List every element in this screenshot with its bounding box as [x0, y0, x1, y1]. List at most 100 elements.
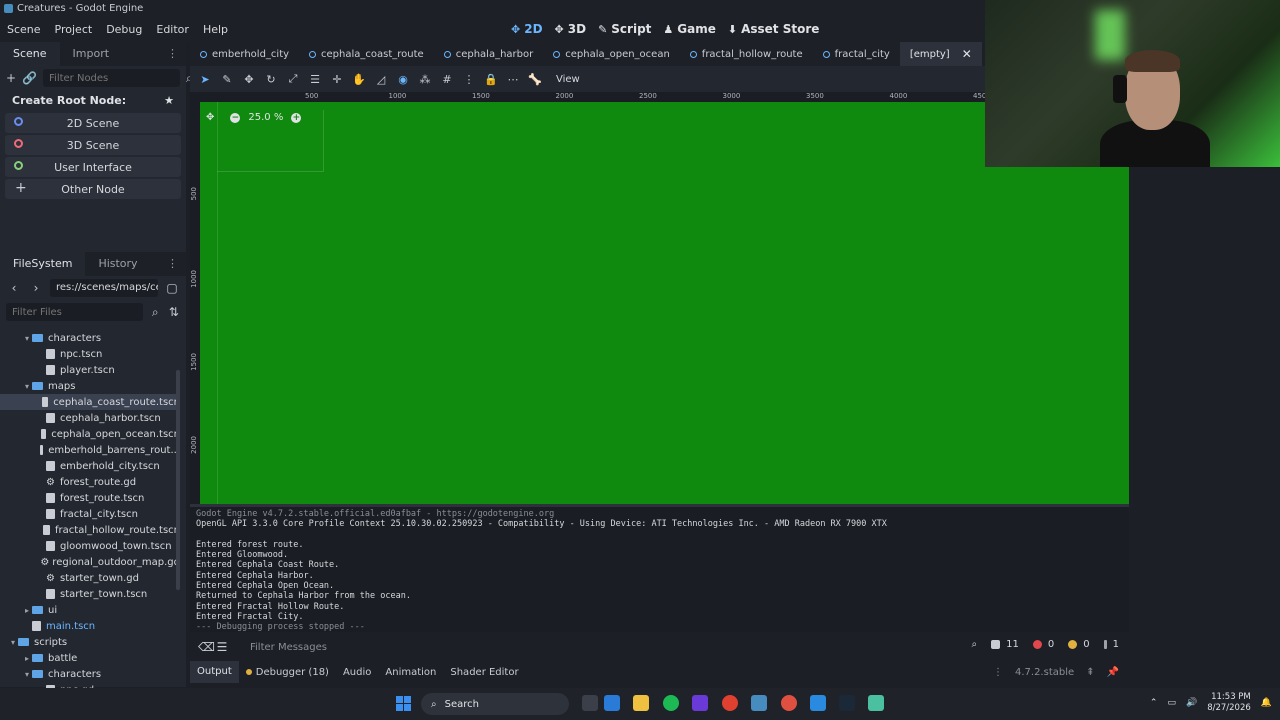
tab-scene[interactable]: Scene — [0, 42, 60, 66]
error-count-toggle[interactable]: 0 — [1032, 639, 1054, 650]
chevron-icon[interactable]: ▾ — [22, 670, 32, 679]
add-node-icon[interactable]: + — [6, 71, 16, 85]
pan-mode-icon[interactable]: ✋ — [348, 73, 370, 86]
spotify-icon[interactable] — [663, 695, 679, 711]
godot-taskbar-icon[interactable] — [751, 695, 767, 711]
menu-debug[interactable]: Debug — [99, 23, 149, 36]
tree-file[interactable]: ⚙ forest_route.gd — [0, 474, 180, 490]
notification-icon[interactable]: 🔔 — [1261, 698, 1272, 708]
tab-shader-editor[interactable]: Shader Editor — [443, 667, 525, 678]
scene-tab[interactable]: [empty] ✕ — [899, 42, 982, 66]
file-explorer-icon[interactable] — [633, 695, 649, 711]
clear-output-icon[interactable]: ⌫ — [198, 640, 215, 654]
tree-folder[interactable]: ▸ ui — [0, 602, 180, 618]
scene-tab[interactable]: fractal_hollow_route — [680, 42, 813, 66]
steam-icon[interactable] — [839, 695, 855, 711]
notepad-icon[interactable] — [604, 695, 620, 711]
root-2d-scene-button[interactable]: 2D Scene — [5, 113, 181, 133]
dock-menu-icon[interactable]: ⋮ — [167, 47, 178, 60]
zoom-out-button[interactable]: − — [230, 112, 241, 123]
start-menu-icon[interactable] — [396, 696, 411, 711]
scale-mode-icon[interactable]: ⤢ — [282, 72, 304, 86]
tab-import[interactable]: Import — [60, 42, 123, 66]
vscode-icon[interactable] — [810, 695, 826, 711]
warning-count-toggle[interactable]: 0 — [1068, 639, 1090, 650]
filter-files-input[interactable] — [6, 303, 143, 321]
taskbar-search[interactable]: ⌕ Search — [421, 693, 569, 715]
scene-tab[interactable]: cephala_harbor — [434, 42, 544, 66]
menu-scene[interactable]: Scene — [0, 23, 48, 36]
main-screen-3d[interactable]: ✥ 3D — [549, 22, 593, 36]
tree-folder[interactable]: ▸ battle — [0, 650, 180, 666]
view-menu[interactable]: View — [556, 74, 580, 85]
tree-file[interactable]: player.tscn — [0, 362, 180, 378]
main-screen-game[interactable]: ♟ Game — [657, 22, 721, 36]
favorite-star-icon[interactable]: ★ — [164, 94, 174, 107]
tree-folder[interactable]: ▾ characters — [0, 330, 180, 346]
clock[interactable]: 11:53 PM 8/27/2026 — [1207, 692, 1251, 714]
grid-snap-icon[interactable]: # — [436, 73, 458, 86]
paint-mode-icon[interactable]: ✎ — [216, 73, 238, 86]
hudfx-icon[interactable] — [692, 695, 708, 711]
tree-file[interactable]: ⚙ starter_town.gd — [0, 570, 180, 586]
tree-file[interactable]: ⚙ regional_outdoor_map.gd — [0, 554, 180, 570]
tree-file[interactable]: forest_route.tscn — [0, 490, 180, 506]
tree-file[interactable]: cephala_coast_route.tscn — [0, 394, 180, 410]
chevron-icon[interactable]: ▸ — [22, 606, 32, 615]
tab-animation[interactable]: Animation — [378, 667, 443, 678]
bone-icon[interactable]: 🦴 — [524, 73, 546, 86]
scene-tab[interactable]: cephala_open_ocean — [543, 42, 680, 66]
tab-history[interactable]: History — [85, 252, 150, 276]
message-count-toggle[interactable]: 11 — [991, 639, 1019, 650]
main-screen-asset-store[interactable]: ⬇ Asset Store — [722, 22, 826, 36]
move-mode-icon[interactable]: ✥ — [238, 73, 260, 86]
tree-file[interactable]: main.tscn — [0, 618, 180, 634]
task-view-icon[interactable] — [582, 695, 598, 711]
filter-nodes-input[interactable] — [43, 69, 181, 87]
tree-file[interactable]: gloomwood_town.tscn — [0, 538, 180, 554]
root-other-node-button[interactable]: + Other Node — [5, 179, 181, 199]
expand-panel-icon[interactable]: ⇞ — [1086, 667, 1094, 678]
tree-scrollbar[interactable] — [176, 370, 180, 590]
tree-file[interactable]: emberhold_barrens_rout... — [0, 442, 180, 458]
chevron-icon[interactable]: ▾ — [22, 382, 32, 391]
list-select-icon[interactable]: ☰ — [304, 73, 326, 86]
scene-tab[interactable]: emberhold_city — [190, 42, 299, 66]
scene-tab[interactable]: fractal_city — [813, 42, 900, 66]
tab-output[interactable]: Output — [190, 661, 239, 683]
main-screen-script[interactable]: ✎ Script — [592, 22, 657, 36]
tree-file[interactable]: starter_town.tscn — [0, 586, 180, 602]
tree-file[interactable]: cephala_open_ocean.tscn — [0, 426, 180, 442]
root-3d-scene-button[interactable]: 3D Scene — [5, 135, 181, 155]
rotate-mode-icon[interactable]: ↻ — [260, 73, 282, 86]
menu-editor[interactable]: Editor — [149, 23, 196, 36]
select-mode-icon[interactable]: ➤ — [194, 73, 216, 86]
tree-file[interactable]: cephala_harbor.tscn — [0, 410, 180, 426]
chevron-up-icon[interactable]: ⌃ — [1150, 698, 1158, 708]
zoom-in-button[interactable]: + — [291, 112, 302, 123]
search-icon[interactable]: ⌕ — [972, 639, 978, 650]
pin-panel-icon[interactable]: 📌 — [1107, 667, 1119, 678]
scene-tab[interactable]: cephala_coast_route — [299, 42, 434, 66]
misc-app-icon[interactable] — [868, 695, 884, 711]
editor-count-toggle[interactable]: 1 — [1103, 639, 1119, 650]
tree-folder[interactable]: ▾ scripts — [0, 634, 180, 650]
tree-folder[interactable]: ▾ characters — [0, 666, 180, 682]
recenter-icon[interactable]: ✥ — [206, 112, 214, 123]
smart-snap-icon[interactable]: ⁂ — [414, 73, 436, 86]
split-view-icon[interactable]: ▢ — [164, 281, 180, 295]
back-icon[interactable]: ‹ — [6, 281, 22, 295]
snap-options-icon[interactable]: ⋮ — [458, 73, 480, 86]
tab-filesystem[interactable]: FileSystem — [0, 252, 86, 276]
pivot-icon[interactable]: ✛ — [326, 73, 348, 86]
menu-help[interactable]: Help — [196, 23, 235, 36]
tab-debugger[interactable]: Debugger (18) — [239, 667, 336, 678]
fs-menu-icon[interactable]: ⋮ — [167, 257, 178, 270]
tree-file[interactable]: emberhold_city.tscn — [0, 458, 180, 474]
main-screen-2d[interactable]: ✥ 2D — [505, 22, 549, 36]
tab-audio[interactable]: Audio — [336, 667, 378, 678]
filter-messages-input[interactable]: Filter Messages — [250, 642, 327, 653]
menu-project[interactable]: Project — [48, 23, 100, 36]
volume-icon[interactable]: 🔊 — [1186, 698, 1197, 708]
zoom-level[interactable]: 25.0 % — [248, 112, 283, 123]
